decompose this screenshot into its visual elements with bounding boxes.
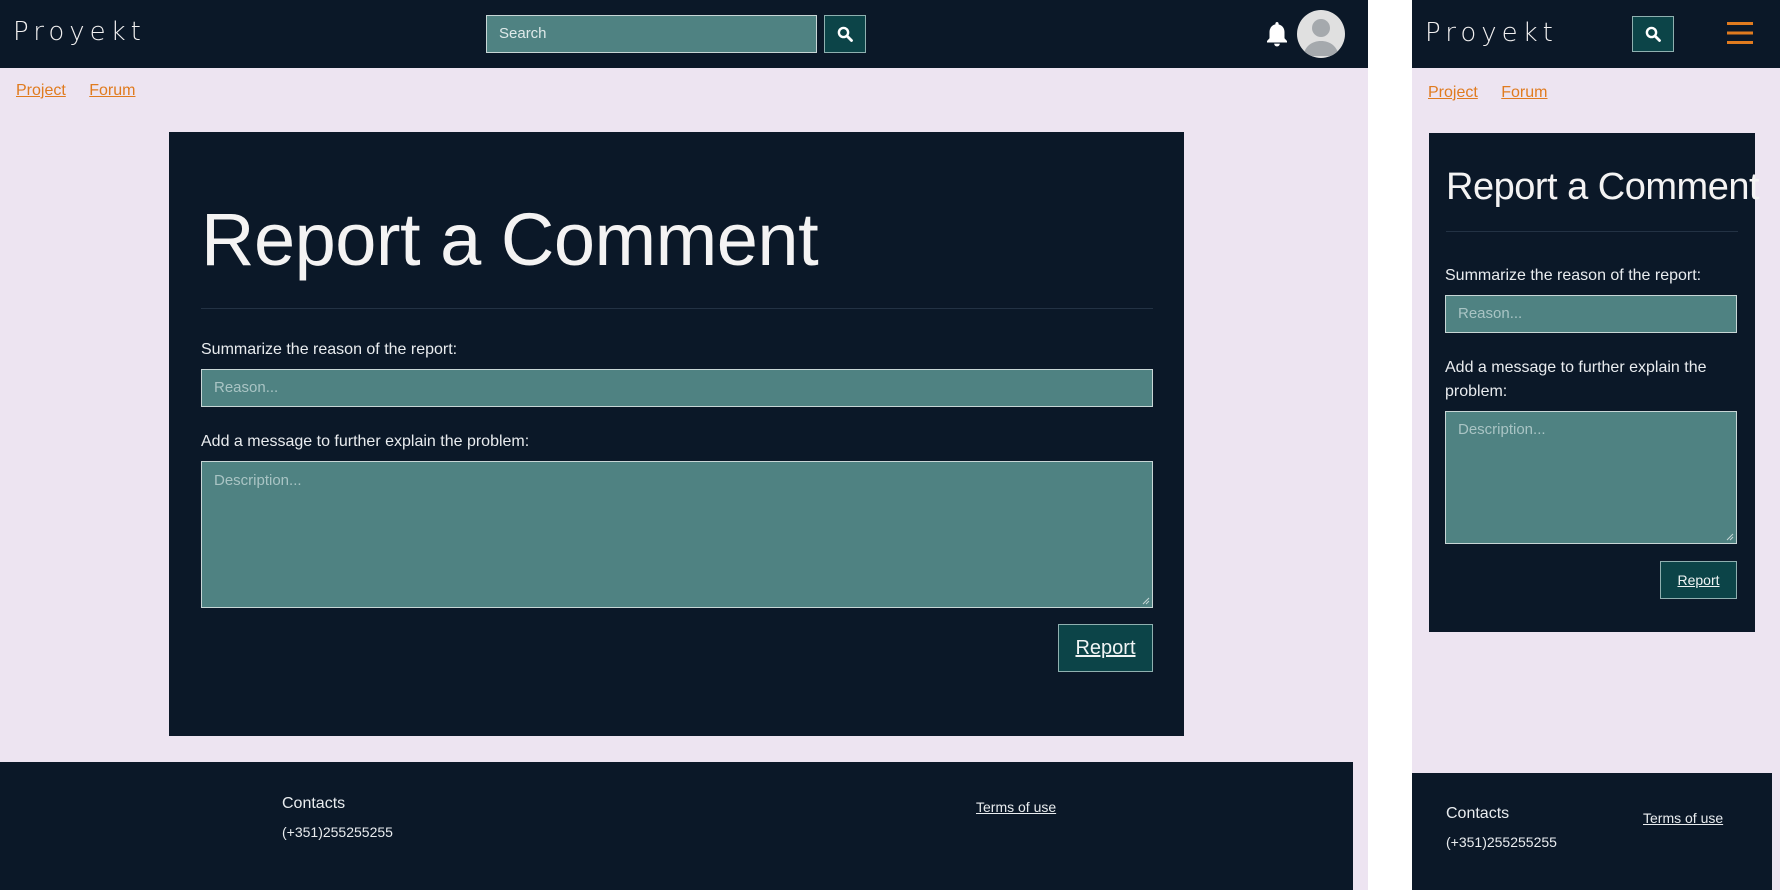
logo[interactable]: Proyekt — [1425, 18, 1558, 48]
footer: Contacts (+351)255255255 Terms of use — [1412, 773, 1772, 890]
logo[interactable]: Proyekt — [13, 17, 146, 47]
footer: Contacts (+351)255255255 Terms of use — [0, 762, 1353, 890]
reason-label: Summarize the reason of the report: — [1445, 267, 1702, 284]
report-card: Report a Comment Summarize the reason of… — [1429, 133, 1760, 632]
breadcrumb-project[interactable]: Project — [16, 82, 66, 99]
mobile-view: Proyekt Project Forum Report a Comment S… — [1412, 0, 1780, 890]
bell-icon[interactable] — [1264, 20, 1290, 48]
message-label-line2: problem: — [1445, 383, 1508, 400]
header-bar: Proyekt — [1412, 0, 1780, 68]
page-title: Report a Comment — [201, 198, 819, 281]
description-textarea[interactable]: Description... — [201, 461, 1153, 608]
message-label: Add a message to further explain the pro… — [201, 433, 530, 450]
resize-handle-icon[interactable] — [1142, 597, 1150, 605]
hamburger-icon[interactable] — [1725, 18, 1755, 48]
title-divider — [201, 308, 1153, 309]
resize-handle-icon[interactable] — [1726, 533, 1734, 541]
description-textarea[interactable]: Description... — [1445, 411, 1737, 544]
terms-of-use-link[interactable]: Terms of use — [976, 799, 1056, 815]
breadcrumb-forum[interactable]: Forum — [89, 82, 135, 99]
page-title: Report a Comment — [1446, 166, 1760, 208]
search-icon — [837, 26, 853, 42]
title-divider — [1446, 231, 1738, 232]
terms-of-use-link[interactable]: Terms of use — [1643, 810, 1723, 826]
message-label-line1: Add a message to further explain the — [1445, 359, 1707, 376]
footer-contacts-title: Contacts — [1446, 805, 1510, 822]
report-card: Report a Comment Summarize the reason of… — [169, 132, 1184, 736]
search-button[interactable] — [824, 15, 866, 53]
breadcrumb-forum[interactable]: Forum — [1501, 84, 1547, 101]
desktop-view: Proyekt Search Project Forum Report a Co… — [0, 0, 1368, 890]
report-button[interactable]: Report — [1058, 624, 1153, 672]
reason-label: Summarize the reason of the report: — [201, 341, 458, 358]
search-icon — [1645, 26, 1661, 42]
footer-phone: (+351)255255255 — [282, 824, 393, 840]
search-button[interactable] — [1632, 16, 1674, 52]
user-silhouette-icon — [1303, 19, 1339, 56]
breadcrumb: Project Forum — [1428, 84, 1566, 102]
search-input[interactable]: Search — [486, 15, 817, 53]
reason-input[interactable]: Reason... — [1445, 295, 1737, 333]
breadcrumb: Project Forum — [16, 82, 154, 100]
header-bar: Proyekt Search — [0, 0, 1368, 68]
footer-contacts-title: Contacts — [282, 795, 346, 812]
breadcrumb-project[interactable]: Project — [1428, 84, 1478, 101]
reason-input[interactable]: Reason... — [201, 369, 1153, 407]
avatar[interactable] — [1297, 10, 1345, 58]
report-button[interactable]: Report — [1660, 561, 1737, 599]
footer-phone: (+351)255255255 — [1446, 834, 1557, 850]
